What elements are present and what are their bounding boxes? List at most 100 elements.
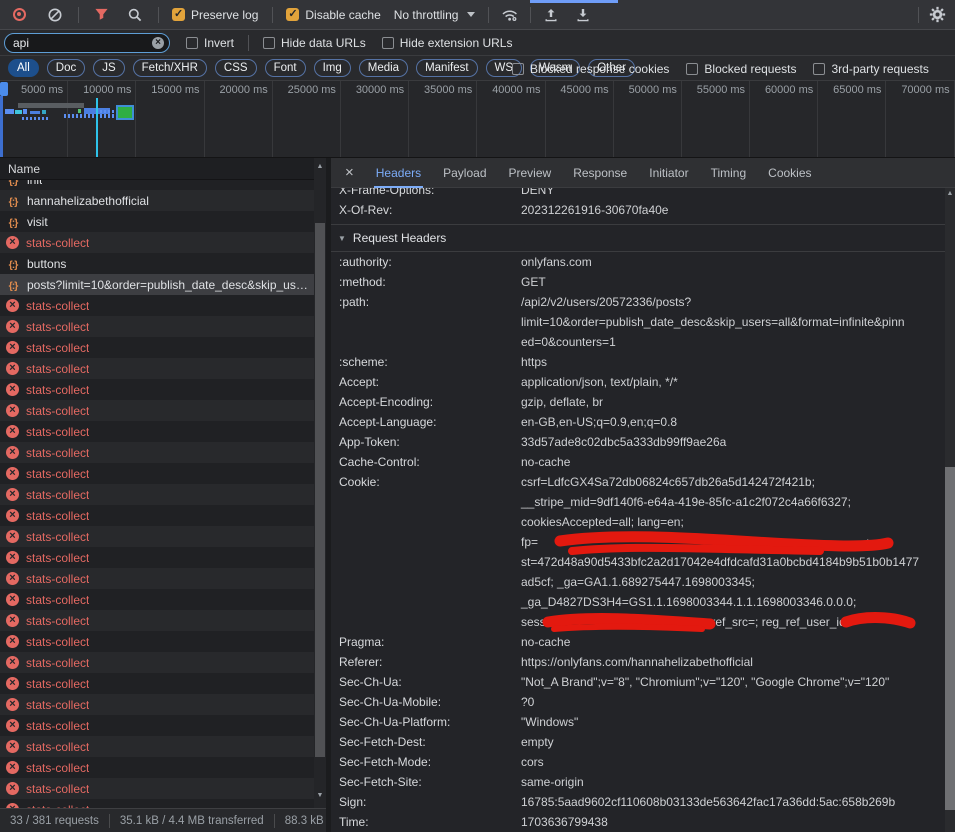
request-header-row: App-Token: 33d57ade8c02dbc5a333db99ff9ae…	[331, 432, 945, 452]
details-scrollbar-thumb[interactable]	[945, 467, 955, 810]
disable-cache-checkbox[interactable]	[286, 8, 299, 21]
request-header-row: Sec-Fetch-Site: same-origin	[331, 772, 945, 792]
request-row[interactable]: stats-collect	[0, 799, 314, 808]
extra-filter-checkbox[interactable]	[512, 63, 524, 75]
preserve-log-checkbox[interactable]	[172, 8, 185, 21]
request-row[interactable]: stats-collect	[0, 715, 314, 736]
request-type-icon	[6, 425, 19, 438]
request-row[interactable]: hannahelizabethofficial	[0, 190, 314, 211]
network-conditions-icon[interactable]	[499, 4, 521, 26]
scroll-up-icon[interactable]: ▲	[944, 190, 955, 197]
search-icon[interactable]	[124, 4, 146, 26]
type-filter-pill[interactable]: Doc	[47, 59, 85, 77]
request-row[interactable]: stats-collect	[0, 232, 314, 253]
request-name: stats-collect	[26, 530, 89, 544]
extra-filter-checkbox[interactable]	[813, 63, 825, 75]
header-value: cors	[521, 752, 544, 772]
request-row[interactable]: stats-collect	[0, 694, 314, 715]
settings-gear-icon[interactable]	[926, 4, 948, 26]
extra-filter-checkbox[interactable]	[686, 63, 698, 75]
scroll-up-icon[interactable]: ▲	[314, 163, 326, 170]
request-row[interactable]: stats-collect	[0, 337, 314, 358]
request-row[interactable]: stats-collect	[0, 631, 314, 652]
timeline-column: 35000 ms	[409, 81, 477, 157]
hide-extension-urls-checkbox[interactable]	[382, 37, 394, 49]
request-row[interactable]: stats-collect	[0, 295, 314, 316]
export-har-icon[interactable]	[572, 4, 594, 26]
invert-checkbox[interactable]	[186, 37, 198, 49]
name-column-header[interactable]: Name	[0, 158, 330, 180]
close-icon[interactable]: ×	[345, 165, 354, 180]
type-filter-pill[interactable]: JS	[93, 59, 124, 77]
details-tab[interactable]: Cookies	[768, 158, 811, 188]
request-type-icon	[6, 782, 19, 795]
type-filter-pill[interactable]: Manifest	[416, 59, 477, 77]
type-filter-pill[interactable]: Media	[359, 59, 408, 77]
type-filter-pill[interactable]: Img	[314, 59, 351, 77]
section-title: Request Headers	[353, 231, 446, 245]
request-row[interactable]: stats-collect	[0, 316, 314, 337]
type-filter-pill[interactable]: CSS	[215, 59, 257, 77]
requests-scrollbar-thumb[interactable]	[315, 223, 325, 757]
import-har-icon[interactable]	[540, 4, 562, 26]
request-row[interactable]: stats-collect	[0, 652, 314, 673]
request-row[interactable]: stats-collect	[0, 463, 314, 484]
request-row[interactable]: stats-collect	[0, 568, 314, 589]
request-row[interactable]: stats-collect	[0, 589, 314, 610]
timeline-tick-label: 15000 ms	[136, 81, 203, 96]
request-row[interactable]: buttons	[0, 253, 314, 274]
request-row[interactable]: stats-collect	[0, 442, 314, 463]
details-tab[interactable]: Timing	[711, 158, 747, 188]
request-row[interactable]: init	[0, 180, 314, 190]
timeline-column: 30000 ms	[341, 81, 409, 157]
timeline-column: 50000 ms	[614, 81, 682, 157]
request-row[interactable]: stats-collect	[0, 547, 314, 568]
timeline-column: 55000 ms	[682, 81, 750, 157]
request-row[interactable]: stats-collect	[0, 484, 314, 505]
details-tab[interactable]: Payload	[443, 158, 486, 188]
request-row[interactable]: stats-collect	[0, 526, 314, 547]
header-name	[339, 572, 521, 592]
hide-extension-urls-label: Hide extension URLs	[400, 36, 513, 50]
request-header-row: Accept-Language: en-GB,en-US;q=0.9,en;q=…	[331, 412, 945, 432]
filter-funnel-icon[interactable]	[90, 4, 112, 26]
overview-handle[interactable]	[0, 82, 8, 96]
request-row[interactable]: stats-collect	[0, 673, 314, 694]
network-overview-timeline[interactable]: 5000 ms10000 ms15000 ms20000 ms25000 ms3…	[0, 81, 955, 158]
header-name: App-Token:	[339, 432, 521, 452]
request-row[interactable]: stats-collect	[0, 421, 314, 442]
request-row[interactable]: stats-collect	[0, 400, 314, 421]
header-value: sess=; ref_src=; reg_ref_user_id=	[521, 612, 853, 632]
header-name: Time:	[339, 812, 521, 832]
record-icon[interactable]	[8, 4, 30, 26]
request-header-row: limit=10&order=publish_date_desc&skip_us…	[331, 312, 945, 332]
filter-input[interactable]	[5, 36, 135, 50]
request-headers-section[interactable]: ▼ Request Headers	[331, 224, 945, 252]
request-row[interactable]: stats-collect	[0, 757, 314, 778]
hide-data-urls-checkbox[interactable]	[263, 37, 275, 49]
request-row[interactable]: stats-collect	[0, 505, 314, 526]
details-tab[interactable]: Headers	[376, 158, 421, 188]
details-tab[interactable]: Initiator	[649, 158, 688, 188]
extra-filter-checkboxes: Blocked response cookies Blocked request…	[512, 56, 946, 81]
filter-input-box[interactable]: ×	[4, 33, 170, 53]
request-row[interactable]: visit	[0, 211, 314, 232]
request-row[interactable]: stats-collect	[0, 736, 314, 757]
disable-cache-label: Disable cache	[305, 8, 380, 22]
clear-filter-icon[interactable]: ×	[152, 37, 164, 49]
type-filter-pill[interactable]: All	[8, 59, 39, 77]
details-tab[interactable]: Response	[573, 158, 627, 188]
type-filter-pill[interactable]: Fetch/XHR	[133, 59, 207, 77]
scroll-down-icon[interactable]: ▼	[314, 792, 326, 799]
request-row[interactable]: posts?limit=10&order=publish_date_desc&s…	[0, 274, 314, 295]
header-name	[339, 512, 521, 532]
request-row[interactable]: stats-collect	[0, 379, 314, 400]
throttling-select[interactable]: No throttling	[394, 8, 459, 22]
details-tab[interactable]: Preview	[509, 158, 552, 188]
request-row[interactable]: stats-collect	[0, 778, 314, 799]
request-name: stats-collect	[26, 635, 89, 649]
type-filter-pill[interactable]: Font	[265, 59, 306, 77]
request-row[interactable]: stats-collect	[0, 610, 314, 631]
request-row[interactable]: stats-collect	[0, 358, 314, 379]
clear-icon[interactable]	[44, 4, 66, 26]
